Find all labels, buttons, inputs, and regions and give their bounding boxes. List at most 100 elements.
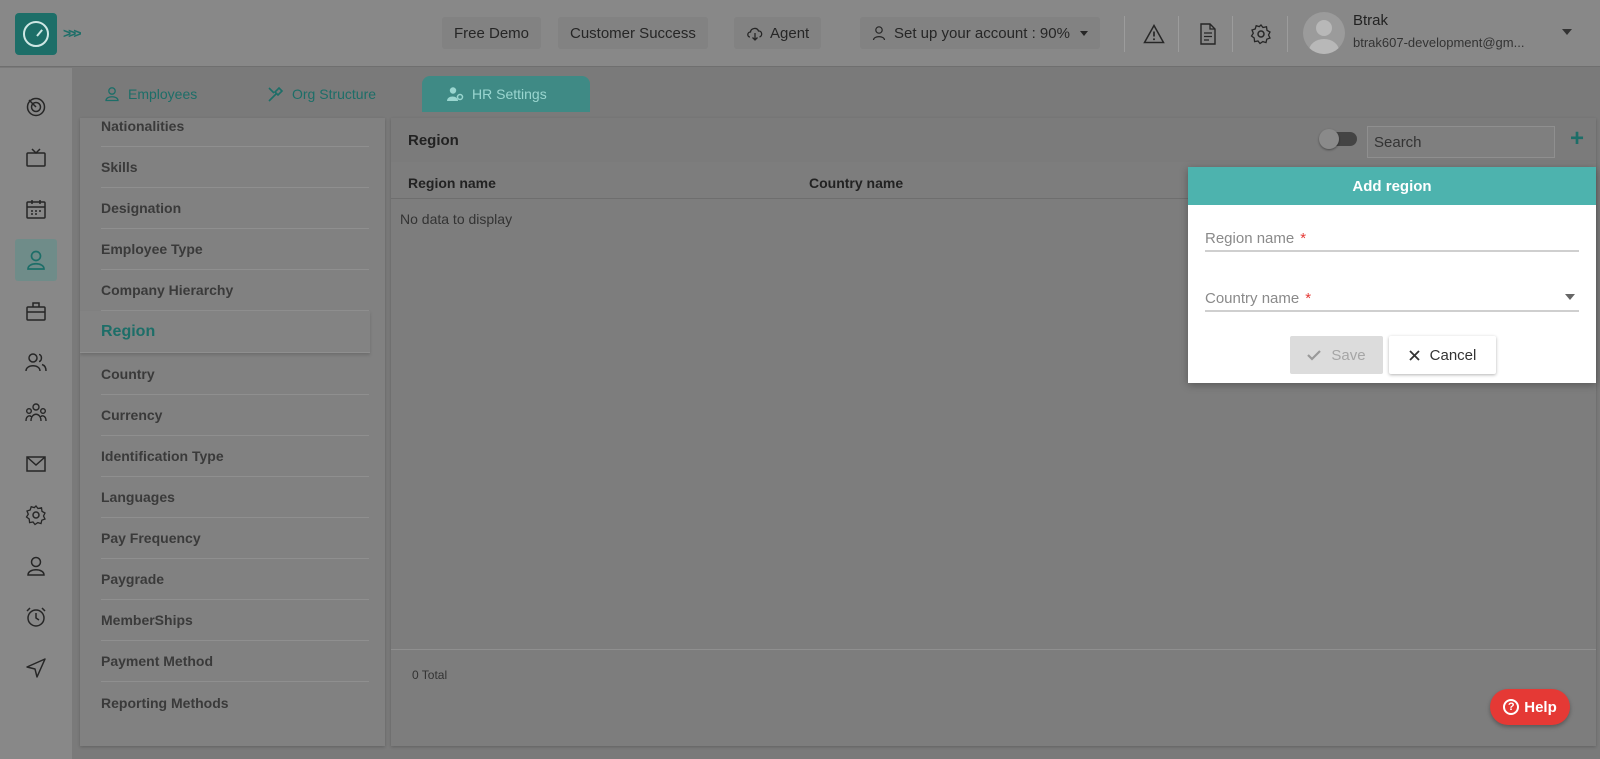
expand-sidebar-icon[interactable]: >>> [63, 25, 81, 41]
column-header-country-name[interactable]: Country name [809, 175, 903, 191]
tv-icon[interactable] [15, 137, 57, 179]
page-title: Region [408, 132, 459, 149]
left-navigation [0, 68, 72, 759]
settings-item-country[interactable]: Country [101, 354, 369, 395]
customer-success-button[interactable]: Customer Success [558, 17, 708, 49]
settings-item-paygrade[interactable]: Paygrade [101, 559, 369, 600]
region-name-label: Region name * [1205, 230, 1307, 247]
profile-icon[interactable] [15, 545, 57, 587]
tab-hr-settings-label: HR Settings [472, 86, 547, 102]
settings-item-label: Reporting Methods [101, 694, 229, 711]
team-icon[interactable] [15, 392, 57, 434]
divider [1287, 16, 1288, 52]
tab-employees-label: Employees [128, 86, 198, 102]
settings-item-employee-type[interactable]: Employee Type [101, 229, 369, 270]
search-placeholder: Search [1374, 133, 1422, 151]
cancel-label: Cancel [1429, 346, 1477, 364]
settings-item-languages[interactable]: Languages [101, 477, 369, 518]
setup-account-label: Set up your account : 90% [894, 24, 1070, 42]
divider [1178, 16, 1179, 52]
agent-button[interactable]: Agent [734, 17, 822, 49]
settings-item-skills[interactable]: Skills [101, 147, 369, 188]
send-icon[interactable] [15, 647, 57, 689]
top-bar: >>> Free Demo Customer Success Agent Set… [0, 0, 1600, 67]
add-region-plus-icon[interactable]: + [1570, 127, 1584, 151]
region-panel-header: Region Search + [391, 118, 1596, 162]
alarm-clock-icon[interactable] [15, 596, 57, 638]
agent-label: Agent [770, 24, 810, 42]
help-button[interactable]: ? Help [1490, 689, 1570, 725]
save-label: Save [1331, 346, 1366, 364]
divider [1232, 16, 1233, 52]
user-email: btrak607-development@gm... [1353, 35, 1525, 50]
cloud-download-icon [747, 27, 763, 41]
document-icon[interactable] [1196, 22, 1220, 46]
setup-account-button[interactable]: Set up your account : 90% [860, 17, 1100, 49]
chevron-down-icon [1079, 30, 1088, 36]
popup-title-text: Add region [1352, 177, 1432, 195]
user-avatar[interactable] [1303, 12, 1345, 54]
warning-icon[interactable] [1142, 22, 1166, 46]
calendar-icon[interactable] [15, 188, 57, 230]
user-setup-icon [872, 26, 886, 41]
region-name-field[interactable]: Region name * [1205, 228, 1579, 252]
settings-item-pay-frequency[interactable]: Pay Frequency [101, 518, 369, 559]
check-icon [1307, 350, 1322, 361]
settings-item-label: Payment Method [101, 653, 214, 669]
tab-hr-settings[interactable]: HR Settings [422, 76, 590, 112]
settings-item-memberships[interactable]: MemberShips [101, 600, 369, 641]
settings-item-nationalities[interactable]: Nationalities [101, 118, 369, 147]
chevron-down-icon[interactable] [1565, 294, 1575, 300]
archive-toggle[interactable] [1319, 129, 1357, 149]
gear-icon[interactable] [15, 494, 57, 536]
settings-gear-icon[interactable] [1249, 22, 1273, 46]
add-region-popup: Add region Region name * Country name * Sa… [1188, 167, 1596, 383]
users-icon[interactable] [15, 341, 57, 383]
empty-message: No data to display [400, 211, 513, 227]
settings-item-label: Company Hierarchy [101, 282, 234, 298]
settings-item-label: Languages [101, 489, 175, 505]
tab-employees[interactable]: Employees [80, 76, 221, 112]
user-settings-icon [447, 87, 464, 101]
popup-title: Add region [1188, 167, 1596, 205]
divider [391, 649, 1596, 650]
search-input[interactable]: Search [1367, 126, 1555, 158]
country-name-label: Country name * [1205, 290, 1312, 307]
tab-org-structure-label: Org Structure [292, 86, 377, 102]
help-icon: ? [1503, 699, 1520, 715]
dashboard-icon[interactable] [15, 86, 57, 128]
save-button[interactable]: Save [1290, 336, 1383, 374]
settings-item-identification-type[interactable]: Identification Type [101, 436, 369, 477]
mail-icon[interactable] [15, 443, 57, 485]
total-count: 0 Total [412, 668, 448, 682]
settings-item-label: Identification Type [101, 448, 224, 464]
briefcase-icon[interactable] [15, 290, 57, 332]
app-logo[interactable] [15, 13, 57, 55]
country-name-select[interactable]: Country name * [1205, 288, 1579, 312]
divider [1124, 16, 1125, 52]
cancel-button[interactable]: Cancel [1389, 336, 1496, 374]
required-mark: * [1305, 290, 1312, 307]
settings-item-payment-method[interactable]: Payment Method [101, 641, 369, 682]
settings-item-reporting-methods[interactable]: Reporting Methods [101, 682, 369, 723]
settings-item-region[interactable]: Region [80, 311, 370, 353]
settings-item-label: Employee Type [101, 241, 203, 257]
settings-item-currency[interactable]: Currency [101, 395, 369, 436]
tab-org-structure[interactable]: Org Structure [243, 76, 400, 112]
help-label: Help [1524, 698, 1557, 716]
settings-item-label: Currency [101, 407, 163, 423]
settings-item-designation[interactable]: Designation [101, 188, 369, 229]
settings-item-label: Nationalities [101, 118, 185, 134]
free-demo-button[interactable]: Free Demo [442, 17, 542, 49]
column-header-region-name[interactable]: Region name [408, 175, 496, 191]
user-menu-chevron-icon[interactable] [1562, 29, 1572, 35]
settings-item-label: Designation [101, 200, 182, 216]
user-name: Btrak [1353, 12, 1389, 29]
employee-icon[interactable] [15, 239, 57, 281]
customer-success-label: Customer Success [570, 24, 696, 42]
free-demo-label: Free Demo [454, 24, 530, 42]
settings-item-label: MemberShips [101, 612, 193, 628]
settings-item-company-hierarchy[interactable]: Company Hierarchy [101, 270, 369, 311]
required-mark: * [1300, 230, 1307, 247]
settings-item-label: Pay Frequency [101, 530, 201, 546]
